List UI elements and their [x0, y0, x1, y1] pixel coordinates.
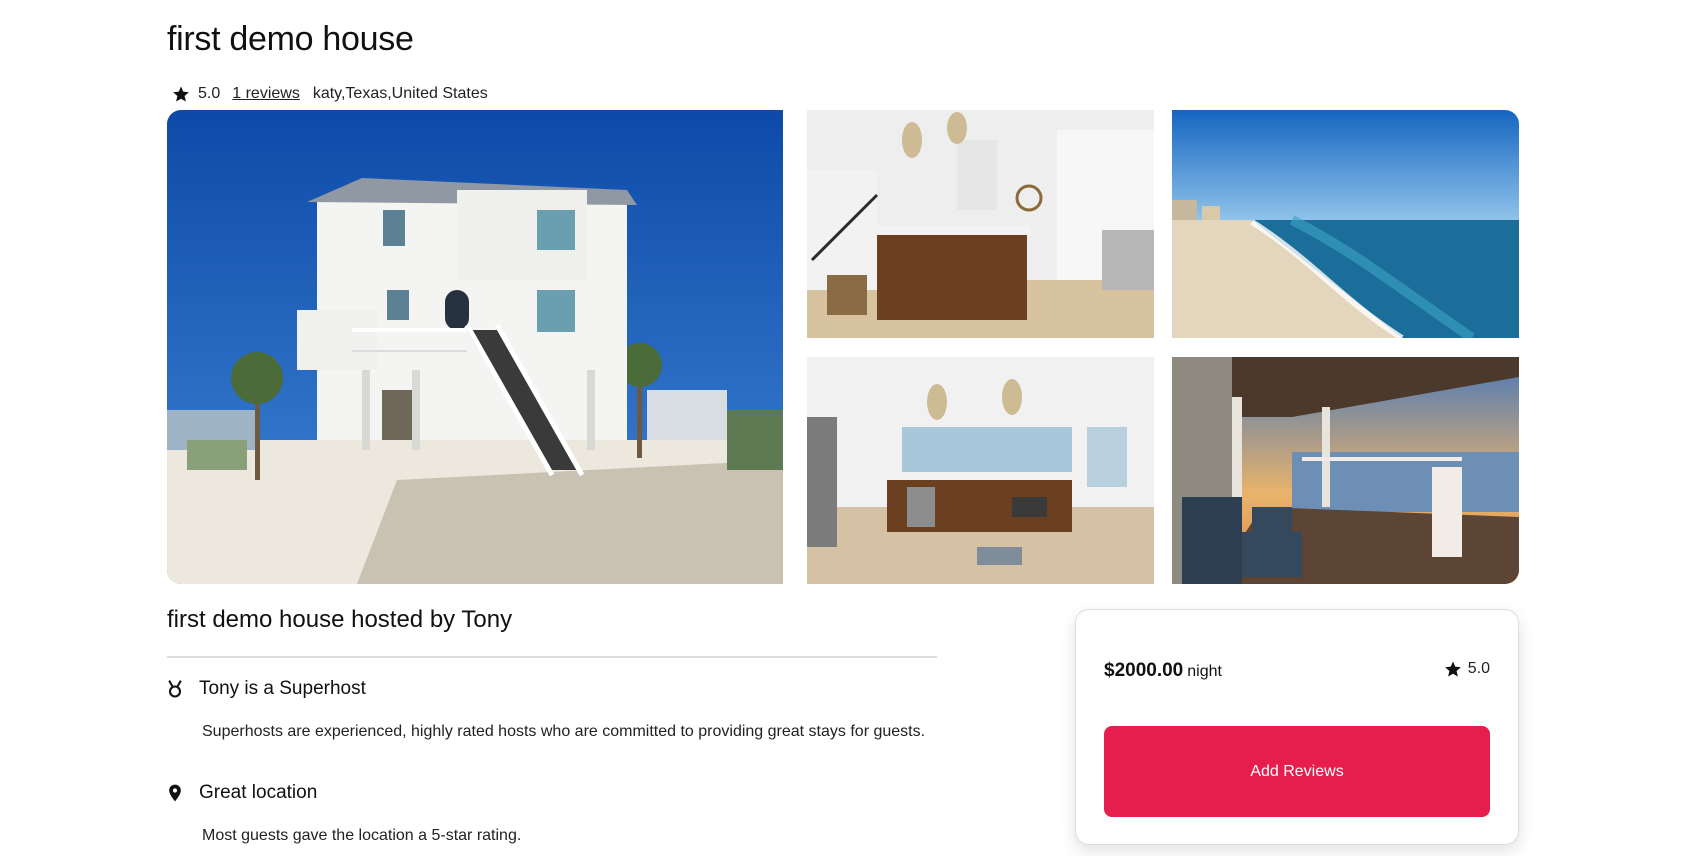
feature-title: Great location — [199, 782, 318, 803]
add-reviews-button[interactable]: Add Reviews — [1104, 726, 1490, 817]
price: $2000.00 night — [1104, 660, 1222, 682]
feature-superhost: Tony is a Superhost — [165, 678, 366, 700]
location-text: katy,Texas,United States — [312, 85, 488, 102]
booking-card: $2000.00 night 5.0 Add Reviews — [1075, 609, 1519, 845]
price-amount: $2000.00 — [1104, 660, 1184, 681]
host-heading: first demo house hosted by Tony — [167, 606, 513, 633]
feature-description: Superhosts are experienced, highly rated… — [202, 723, 926, 740]
price-unit: night — [1187, 663, 1222, 680]
reviews-link[interactable]: 1 reviews — [232, 85, 300, 103]
card-rating: 5.0 — [1444, 660, 1490, 678]
medal-icon — [168, 680, 182, 698]
listing-meta: 5.0 1 reviews katy,Texas,United States — [172, 85, 488, 103]
star-icon — [173, 86, 189, 102]
divider — [167, 656, 937, 658]
porch-sunset-photo[interactable] — [1172, 357, 1519, 584]
feature-title: Tony is a Superhost — [199, 678, 366, 699]
page-title: first demo house — [167, 20, 414, 58]
kitchen-photo[interactable] — [807, 110, 1154, 338]
house-exterior-photo[interactable] — [167, 110, 783, 584]
star-icon — [1444, 661, 1461, 677]
feature-description: Most guests gave the location a 5-star r… — [202, 827, 522, 844]
living-kitchen-photo[interactable] — [807, 357, 1154, 584]
beach-photo[interactable] — [1172, 110, 1519, 338]
photo-gallery — [167, 110, 1519, 584]
rating-value: 5.0 — [198, 85, 221, 102]
location-pin-icon — [169, 784, 181, 802]
card-rating-value: 5.0 — [1467, 660, 1490, 677]
feature-location: Great location — [165, 782, 317, 804]
